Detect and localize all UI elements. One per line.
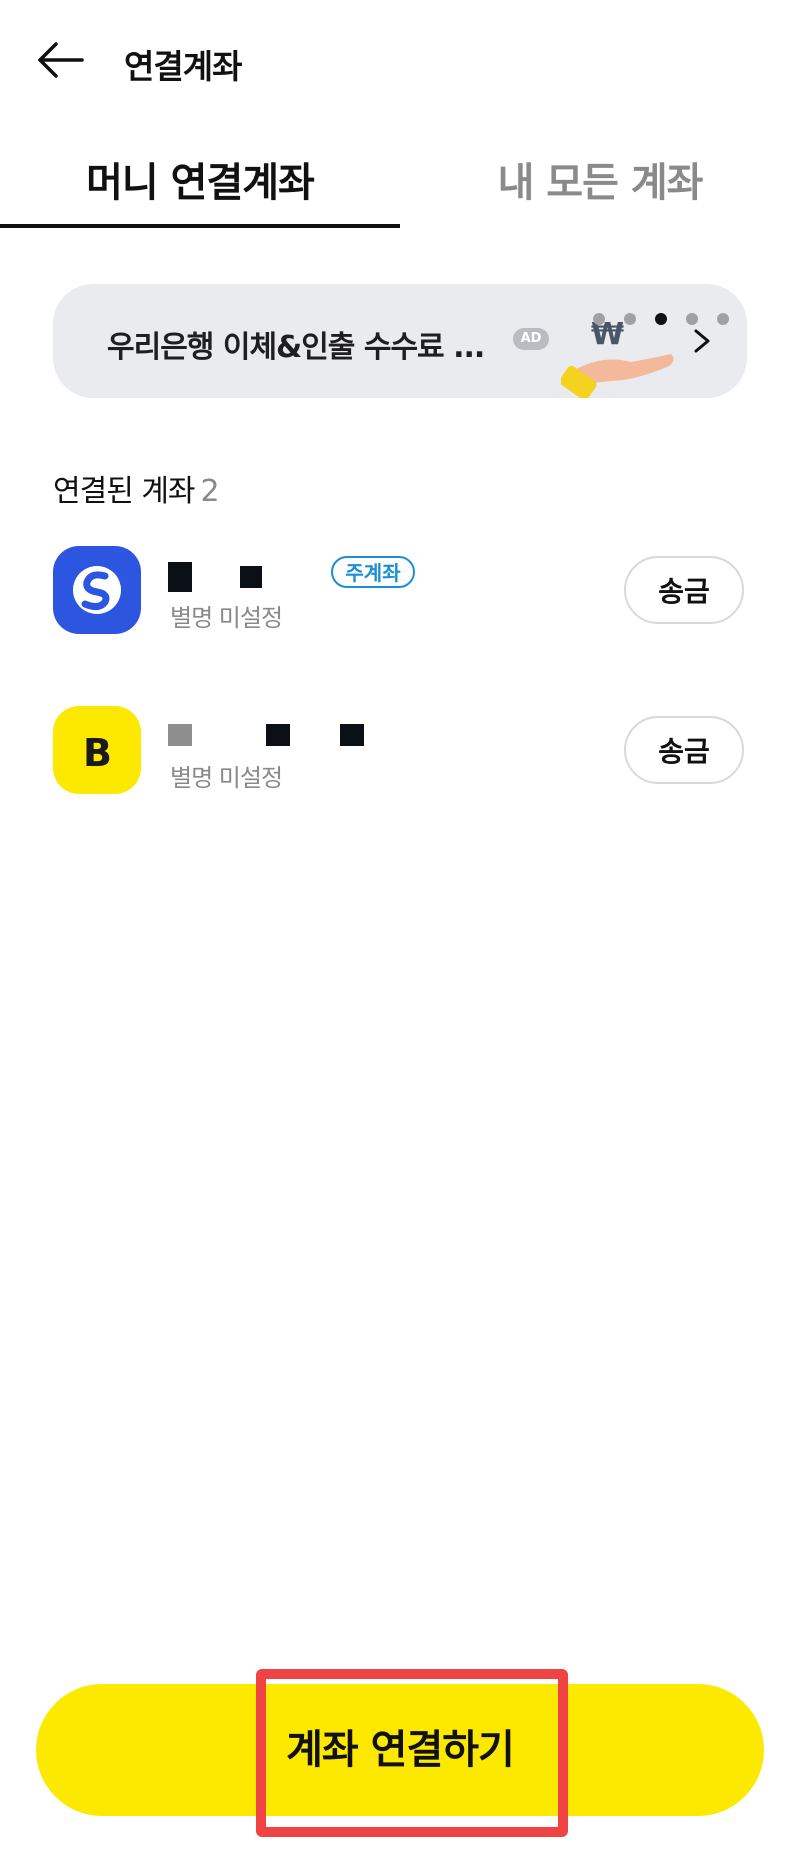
linked-accounts-label: 연결된 계좌 2	[53, 466, 220, 510]
ad-banner[interactable]: 우리은행 이체&인출 수수료 ... AD ₩	[53, 284, 747, 398]
masked-account-number	[168, 724, 364, 746]
section-title: 연결된 계좌	[53, 474, 196, 509]
shinhan-bank-logo-icon	[53, 546, 141, 634]
page-title: 연결계좌	[124, 47, 242, 86]
carousel-dot	[686, 313, 699, 325]
carousel-dot	[593, 313, 605, 325]
account-count: 2	[200, 474, 220, 509]
chevron-right-icon	[694, 329, 710, 353]
account-row[interactable]: B 별명 미설정 송금	[0, 706, 800, 816]
carousel-dot	[717, 313, 730, 325]
svg-text:B: B	[83, 731, 112, 775]
primary-account-badge: 주계좌	[331, 556, 415, 588]
carousel-dots	[593, 310, 743, 329]
active-tab-indicator	[0, 224, 400, 228]
ad-text: 우리은행 이체&인출 수수료 ...	[107, 330, 485, 365]
tab-money-linked-accounts[interactable]: 머니 연결계좌	[0, 150, 400, 230]
send-money-button[interactable]: 송금	[624, 716, 744, 784]
send-money-button[interactable]: 송금	[624, 556, 744, 624]
back-button[interactable]	[34, 34, 86, 86]
tab-label: 내 모든 계좌	[497, 160, 704, 206]
account-row[interactable]: 주계좌 별명 미설정 송금	[0, 546, 800, 656]
account-alias: 별명 미설정	[170, 604, 283, 632]
highlight-box	[256, 1669, 568, 1837]
tab-label: 머니 연결계좌	[86, 160, 315, 206]
carousel-dot-active	[655, 313, 668, 325]
tab-all-accounts[interactable]: 내 모든 계좌	[400, 150, 800, 230]
kakao-bank-logo-icon: B	[53, 706, 141, 794]
ad-badge: AD	[513, 328, 549, 350]
back-arrow-icon	[38, 42, 84, 78]
account-alias: 별명 미설정	[170, 764, 283, 792]
carousel-dot	[624, 313, 637, 325]
